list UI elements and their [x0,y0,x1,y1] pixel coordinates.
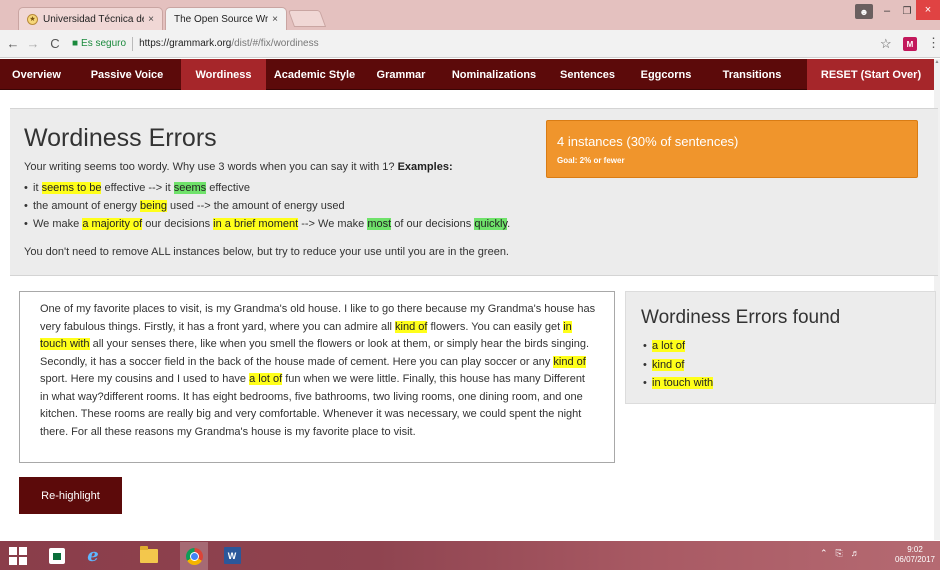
tab-close-icon[interactable]: × [148,14,154,25]
url-omnibox[interactable]: ■ Es seguro https://grammark.org /dist/#… [72,36,319,51]
tab-universidad[interactable]: ★ Universidad Técnica de A × [18,7,163,30]
scroll-up-arrow-icon[interactable]: ▲ [934,59,940,67]
network-icon[interactable]: ⎘ [836,548,843,559]
windows-taskbar: e W ⌃ ⎘ ♬ 9:02 06/07/2017 [0,541,940,570]
clock-time: 9:02 [907,545,923,554]
file-explorer-icon[interactable] [138,545,160,566]
reload-icon[interactable]: C [48,36,62,51]
app-navigation: Overview Passive Voice Wordiness Academi… [0,59,940,90]
example-item: We make a majority of our decisions in a… [24,215,510,233]
nav-grammar[interactable]: Grammar [363,59,439,90]
essay-text: sport. Here my cousins and I used to hav… [40,373,250,385]
instances-stat-box: 4 instances (30% of sentences) Goal: 2% … [546,120,918,178]
url-host: https://grammark.org [139,38,232,49]
tab-close-icon[interactable]: × [272,14,278,25]
list-item: a lot of [643,337,713,356]
university-favicon-icon: ★ [27,13,38,25]
examples-label: Examples: [397,161,453,173]
address-bar: ← → C ■ Es seguro https://grammark.org /… [0,30,940,58]
found-error-term: kind of [652,358,685,371]
errors-found-panel: Wordiness Errors found a lot of kind of … [625,291,936,404]
found-error-term: in touch with [652,377,714,389]
volume-icon[interactable]: ♬ [851,548,860,559]
url-path: /dist/#/fix/wordiness [231,38,319,49]
word-icon-label: W [223,547,241,564]
example-text: it [33,182,42,194]
intro-sentence: Your writing seems too wordy. Why use 3 … [24,161,395,173]
guidance-note: You don't need to remove ALL instances b… [24,246,509,258]
bookmark-star-icon[interactable]: ☆ [880,36,892,52]
nav-passive-voice[interactable]: Passive Voice [73,59,181,90]
example-item: the amount of energy being used --> the … [24,197,510,215]
errors-found-list: a lot of kind of in touch with [643,337,714,393]
wordy-highlight: a majority of [82,218,143,230]
instances-count: 4 instances (30% of sentences) [557,134,739,149]
list-item: in touch with [643,374,714,393]
wordy-highlight: a lot of [249,373,283,385]
essay-text: flowers. You can easily get [427,320,564,333]
taskbar-clock[interactable]: 9:02 06/07/2017 [893,545,937,565]
nav-overview[interactable]: Overview [0,59,73,90]
example-text: --> We make [298,218,368,230]
extension-icon[interactable]: M [903,37,917,51]
example-text: effective --> it [101,182,174,194]
essay-text: all your senses there, like when you sme… [40,338,590,368]
concise-highlight: seems [173,182,207,194]
lock-icon: ■ [72,38,79,49]
rehighlight-button[interactable]: Re-highlight [19,477,122,514]
secure-label: Es seguro [81,38,127,49]
word-icon[interactable]: W [221,545,243,566]
nav-academic-style[interactable]: Academic Style [266,59,363,90]
concise-highlight: most [367,218,392,230]
intro-text: Your writing seems too wordy. Why use 3 … [24,161,453,173]
example-item: it seems to be effective --> it seems ef… [24,179,510,197]
goal-text: Goal: 2% or fewer [557,156,625,165]
example-text: used --> the amount of energy used [166,200,345,212]
list-item: kind of [643,356,713,375]
clock-date: 06/07/2017 [894,555,936,564]
example-text: the amount of energy [33,200,141,212]
example-text: . [507,218,511,230]
examples-list: it seems to be effective --> it seems ef… [24,179,510,233]
found-error-term: a lot of [652,340,686,352]
example-text: our decisions [142,218,214,230]
wordy-highlight: seems to be [41,182,102,194]
tab-label: The Open Source Writing [174,13,269,25]
minimize-button[interactable]: – [878,0,896,22]
nav-nominalizations[interactable]: Nominalizations [439,59,549,90]
example-text: We make [33,218,83,230]
example-text: effective [206,182,250,194]
user-profile-icon[interactable]: ☻ [855,4,873,19]
browser-menu-icon[interactable]: ⋮ [927,35,940,51]
reset-button[interactable]: RESET (Start Over) [807,59,935,90]
wordy-highlight: being [140,200,167,212]
errors-found-title: Wordiness Errors found [641,307,841,328]
tab-label: Universidad Técnica de A [43,13,144,25]
tray-chevron-icon[interactable]: ⌃ [820,548,828,559]
new-tab-button[interactable] [287,10,327,27]
system-tray: ⌃ ⎘ ♬ [820,548,860,559]
store-icon[interactable] [46,545,68,566]
chrome-icon[interactable] [180,542,208,570]
internet-explorer-icon[interactable]: e [82,545,104,566]
forward-arrow-icon[interactable]: → [26,36,40,51]
nav-wordiness[interactable]: Wordiness [181,59,266,90]
close-window-button[interactable]: × [916,0,940,20]
wordy-highlight: kind of [553,355,586,368]
maximize-button[interactable]: ❐ [898,0,916,22]
browser-titlebar: ★ Universidad Técnica de A × The Open So… [0,0,940,30]
example-text: of our decisions [391,218,475,230]
nav-transitions[interactable]: Transitions [706,59,798,90]
nav-sentences[interactable]: Sentences [549,59,626,90]
concise-highlight: quickly [474,218,508,230]
back-arrow-icon[interactable]: ← [6,36,20,51]
wordy-highlight: in a brief moment [213,218,299,230]
url-separator [132,36,134,51]
page-title: Wordiness Errors [24,124,217,152]
essay-text-area[interactable]: One of my favorite places to visit, is m… [19,291,615,463]
wordy-highlight: kind of [395,320,428,333]
windows-start-icon[interactable] [7,545,29,566]
tab-open-source-writing[interactable]: The Open Source Writing × [165,7,287,30]
nav-eggcorns[interactable]: Eggcorns [626,59,706,90]
